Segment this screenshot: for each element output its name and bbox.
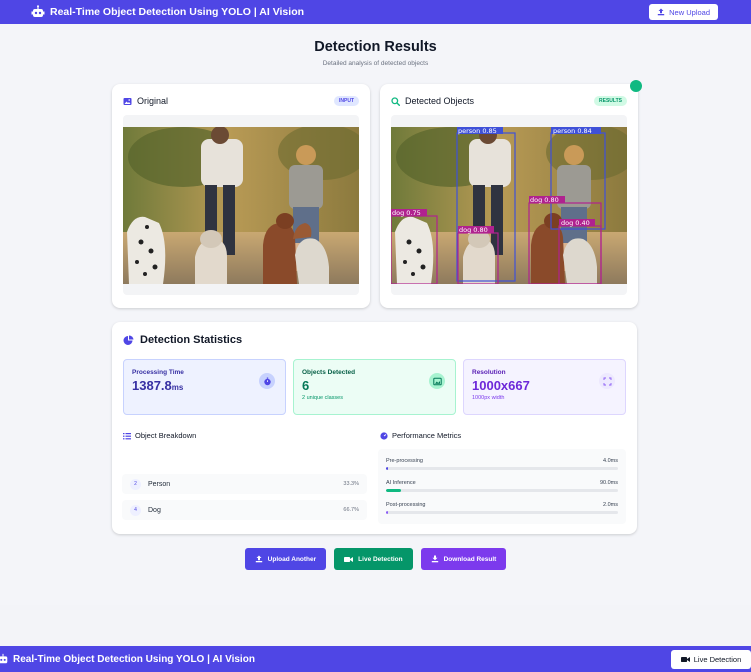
detected-card: Detected Objects RESULTS person 0.85 per… xyxy=(380,80,642,308)
bbox-label: dog 0.75 xyxy=(392,209,421,217)
detected-card-title: Detected Objects xyxy=(391,96,474,106)
image-icon xyxy=(123,97,132,105)
original-card-title: Original xyxy=(123,96,168,106)
live-detection-label: Live Detection xyxy=(358,555,403,563)
item-percent: 33.3% xyxy=(343,481,359,487)
item-name: Dog xyxy=(148,506,161,514)
stat-label: Objects Detected xyxy=(302,369,356,376)
original-photo xyxy=(123,127,359,284)
metric-fill xyxy=(386,467,389,470)
objects-detected-sub: 2 unique classes xyxy=(302,395,343,401)
new-upload-button[interactable]: New Upload xyxy=(649,4,718,20)
video-camera-icon xyxy=(344,556,354,562)
resolution-stat: Resolution 1000x667 1000px width xyxy=(463,359,626,415)
bottom-live-detection-label: Live Detection xyxy=(693,654,742,664)
original-card: Original INPUT xyxy=(112,84,370,308)
results-page: Detection Results Detailed analysis of d… xyxy=(0,24,751,605)
bbox-label: dog 0.80 xyxy=(459,226,488,234)
gauge-icon xyxy=(380,431,388,440)
metric-preprocessing: Pre-processing 4.0ms xyxy=(386,458,618,470)
object-breakdown-title: Object Breakdown xyxy=(123,431,196,440)
item-count: 4 xyxy=(130,504,141,516)
upload-icon xyxy=(255,555,262,563)
results-badge: RESULTS xyxy=(594,96,627,106)
robot-icon xyxy=(0,653,8,664)
metric-bar xyxy=(386,467,618,470)
metric-bar xyxy=(386,489,618,492)
input-badge: INPUT xyxy=(334,96,359,106)
statistics-card: Detection Statistics Processing Time 138… xyxy=(112,322,637,534)
metric-fill xyxy=(386,489,402,492)
original-title: Original xyxy=(137,96,169,106)
item-name: Person xyxy=(148,480,171,488)
performance-metrics-title-text: Performance Metrics xyxy=(392,431,462,440)
item-percent: 66.7% xyxy=(343,507,359,513)
video-camera-icon xyxy=(680,656,690,662)
pie-chart-icon xyxy=(123,334,134,345)
upload-another-button[interactable]: Upload Another xyxy=(244,548,327,570)
metric-bar xyxy=(386,511,618,514)
object-breakdown-title-text: Object Breakdown xyxy=(135,431,197,440)
bbox-label: person 0.85 xyxy=(458,127,497,135)
metric-value: 90.0ms xyxy=(599,480,618,486)
statistics-title: Detection Statistics xyxy=(123,334,242,346)
list-item: 2 Person 33.3% xyxy=(122,474,367,494)
upload-icon xyxy=(657,8,665,16)
metric-label: Post-processing xyxy=(386,502,426,508)
objects-detected-stat: Objects Detected 6 2 unique classes xyxy=(293,359,456,415)
stat-value: 1387.8ms xyxy=(132,378,277,393)
new-upload-label: New Upload xyxy=(669,7,710,17)
stat-label: Processing Time xyxy=(132,369,184,376)
page-subtitle: Detailed analysis of detected objects xyxy=(322,60,429,67)
metric-value: 2.0ms xyxy=(603,502,618,508)
statistics-title-text: Detection Statistics xyxy=(140,334,243,346)
objects-detected-value: 6 xyxy=(302,378,310,393)
top-navbar: Real-Time Object Detection Using YOLO | … xyxy=(0,0,751,24)
image-icon xyxy=(429,373,445,389)
bbox-label: person 0.84 xyxy=(553,127,592,135)
bottom-app-title: Real-Time Object Detection Using YOLO | … xyxy=(13,653,255,665)
original-image-frame xyxy=(123,115,359,295)
bbox-label: dog 0.80 xyxy=(530,196,559,204)
page-title: Detection Results xyxy=(314,39,437,55)
metric-inference: AI Inference 90.0ms xyxy=(386,480,618,492)
metric-label: Pre-processing xyxy=(386,458,423,464)
performance-metrics-title: Performance Metrics xyxy=(380,431,461,440)
detected-photo: person 0.85 person 0.84 dog 0.75 dog 0.8… xyxy=(391,127,627,284)
metric-postprocessing: Post-processing 2.0ms xyxy=(386,502,618,514)
app-title: Real-Time Object Detection Using YOLO | … xyxy=(50,6,305,18)
download-result-button[interactable]: Download Result xyxy=(420,548,507,570)
detected-image-frame: person 0.85 person 0.84 dog 0.75 dog 0.8… xyxy=(391,115,627,295)
action-buttons: Upload Another Live Detection Download R… xyxy=(0,548,751,570)
bottom-navbar: Real-Time Object Detection Using YOLO | … xyxy=(0,646,751,672)
search-icon xyxy=(391,96,400,106)
processing-time-value: 1387.8 xyxy=(132,378,172,393)
processing-time-stat: Processing Time 1387.8ms xyxy=(123,359,286,415)
metric-fill xyxy=(386,511,389,514)
stat-label: Resolution xyxy=(472,369,506,376)
download-result-label: Download Result xyxy=(443,555,497,563)
resolution-value: 1000x667 xyxy=(472,378,530,393)
expand-icon xyxy=(599,373,615,389)
processing-time-unit: ms xyxy=(171,383,184,392)
stopwatch-icon xyxy=(259,373,275,389)
list-icon xyxy=(123,432,131,439)
bottom-live-detection-button[interactable]: Live Detection xyxy=(671,649,751,669)
metric-value: 4.0ms xyxy=(603,458,618,464)
check-corner-icon xyxy=(630,80,642,92)
metric-label: AI Inference xyxy=(386,480,416,486)
robot-icon xyxy=(31,5,45,17)
resolution-sub: 1000px width xyxy=(472,395,505,401)
item-count: 2 xyxy=(130,478,141,490)
metrics-panel: Pre-processing 4.0ms AI Inference 90.0ms P… xyxy=(378,449,626,524)
live-detection-button[interactable]: Live Detection xyxy=(334,548,413,570)
upload-another-label: Upload Another xyxy=(267,555,317,563)
download-icon xyxy=(431,555,438,563)
detected-title: Detected Objects xyxy=(405,96,475,106)
bbox-label: dog 0.40 xyxy=(561,219,590,227)
list-item: 4 Dog 66.7% xyxy=(122,500,367,520)
